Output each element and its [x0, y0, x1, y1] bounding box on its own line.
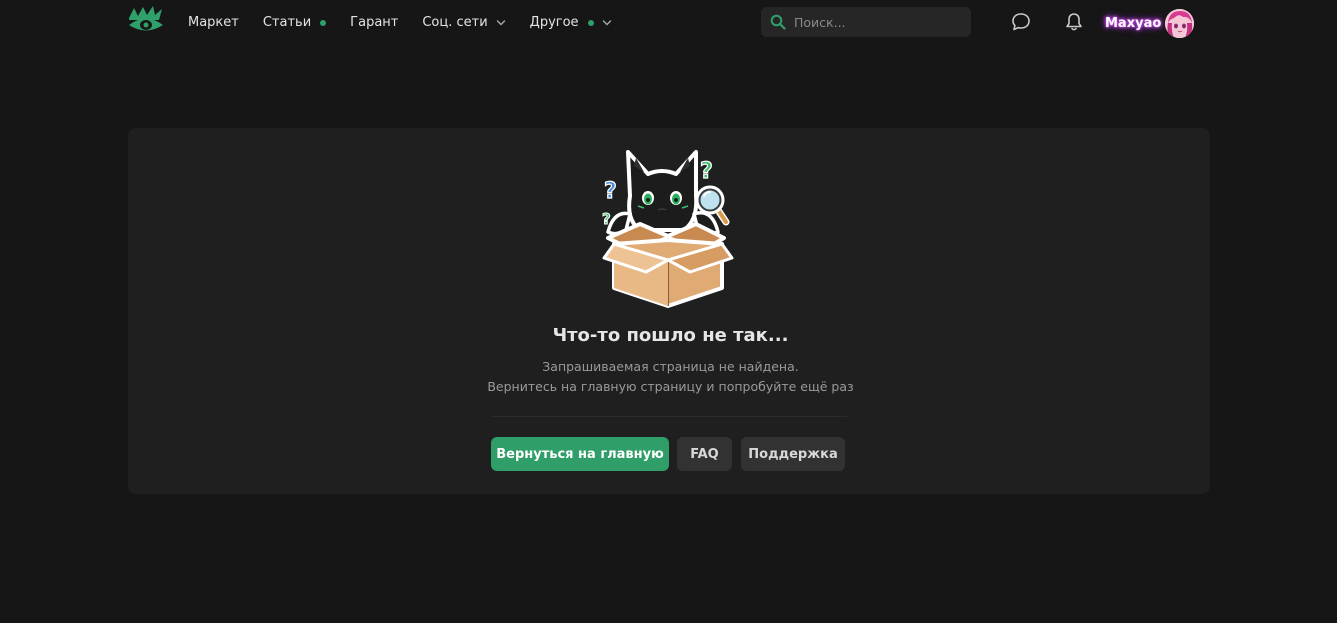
chevron-down-icon: [602, 19, 611, 25]
cat-in-box-illustration: ? ? ?: [602, 150, 734, 308]
username: Maxyao: [1105, 15, 1162, 31]
nav-item-market[interactable]: Маркет: [188, 15, 239, 30]
search-icon: [770, 14, 786, 30]
nav-item-label: Маркет: [188, 15, 239, 30]
support-button[interactable]: Поддержка: [741, 437, 845, 471]
new-indicator-dot: [587, 19, 594, 26]
nav-item-guarantor[interactable]: Гарант: [350, 15, 398, 30]
top-navigation-bar: Маркет Статьи Гарант Соц. сети Другое По…: [0, 0, 1337, 45]
chevron-down-icon: [496, 19, 505, 25]
nav-item-label: Другое: [529, 15, 579, 30]
nav-item-other[interactable]: Другое: [530, 15, 612, 30]
chat-bubble-icon[interactable]: [1010, 11, 1032, 33]
main-nav: Маркет Статьи Гарант Соц. сети Другое: [188, 0, 636, 45]
error-card: ? ? ? Что-то пошло не так... Запрашиваем…: [128, 128, 1210, 494]
new-indicator-dot: [320, 19, 327, 26]
search-box[interactable]: [761, 7, 971, 37]
divider: [491, 416, 847, 417]
go-home-button[interactable]: Вернуться на главную: [491, 437, 669, 471]
error-title: Что-то пошло не так...: [552, 325, 789, 346]
error-message-line-2: Вернитесь на главную страницу и попробуй…: [487, 379, 854, 394]
avatar: [1165, 8, 1195, 38]
nav-item-label: Гарант: [350, 15, 399, 30]
nav-item-social[interactable]: Соц. сети: [422, 15, 505, 30]
bell-icon[interactable]: [1063, 11, 1085, 33]
svg-text:?: ?: [604, 179, 617, 204]
svg-text:?: ?: [700, 159, 713, 184]
error-message-line-1: Запрашиваемая страница не найдена.: [542, 359, 799, 374]
user-profile-button[interactable]: Maxyao: [1105, 8, 1195, 38]
nav-item-label: Соц. сети: [422, 15, 488, 30]
nav-item-label: Статьи: [262, 15, 312, 30]
eye-crown-logo[interactable]: [128, 6, 164, 36]
nav-item-articles[interactable]: Статьи: [262, 15, 327, 30]
faq-button[interactable]: FAQ: [677, 437, 732, 471]
search-input[interactable]: [794, 14, 964, 30]
